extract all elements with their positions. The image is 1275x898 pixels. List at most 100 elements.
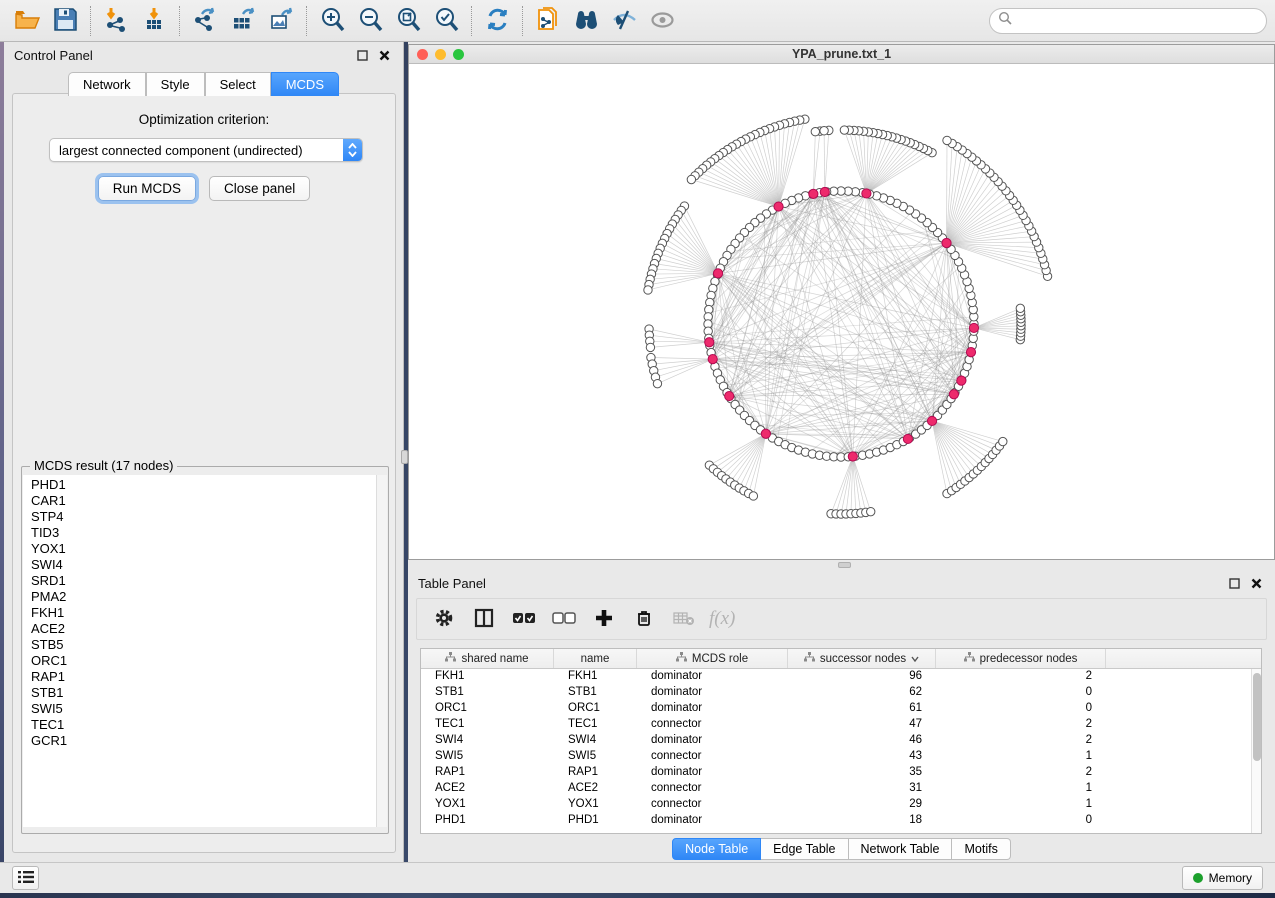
- mcds-result-item[interactable]: STP4: [31, 509, 377, 525]
- tab-mcds[interactable]: MCDS: [271, 72, 339, 96]
- task-history-button[interactable]: [12, 866, 39, 890]
- network-node[interactable]: [1016, 304, 1024, 312]
- vertical-splitter-handle[interactable]: [401, 450, 408, 464]
- mcds-hub-node[interactable]: [957, 376, 966, 385]
- import-network-button[interactable]: [97, 4, 135, 38]
- table-row[interactable]: ORC1ORC1dominator610: [421, 701, 1251, 717]
- mcds-result-item[interactable]: PMA2: [31, 589, 377, 605]
- save-session-button[interactable]: [46, 4, 84, 38]
- select-all-button[interactable]: [509, 604, 539, 634]
- mcds-result-item[interactable]: RAP1: [31, 669, 377, 685]
- network-canvas[interactable]: [409, 64, 1274, 559]
- mcds-hub-node[interactable]: [820, 187, 829, 196]
- add-column-button[interactable]: [589, 604, 619, 634]
- zoom-selected-button[interactable]: [427, 4, 465, 38]
- table-row[interactable]: STB1STB1dominator620: [421, 685, 1251, 701]
- mcds-result-item[interactable]: TEC1: [31, 717, 377, 733]
- open-session-button[interactable]: [8, 4, 46, 38]
- network-node[interactable]: [646, 343, 654, 351]
- float-panel-icon[interactable]: [353, 46, 371, 64]
- network-node[interactable]: [644, 286, 652, 294]
- mcds-result-item[interactable]: ORC1: [31, 653, 377, 669]
- tab-motifs[interactable]: Motifs: [952, 838, 1010, 860]
- mcds-hub-node[interactable]: [761, 429, 770, 438]
- deselect-all-button[interactable]: [549, 604, 579, 634]
- table-row[interactable]: PHD1PHD1dominator180: [421, 813, 1251, 829]
- mcds-hub-node[interactable]: [809, 189, 818, 198]
- network-node[interactable]: [943, 136, 951, 144]
- column-header-successor-nodes[interactable]: successor nodes: [788, 649, 936, 668]
- table-scrollbar-thumb[interactable]: [1253, 673, 1261, 761]
- mcds-hub-node[interactable]: [927, 416, 936, 425]
- search-input[interactable]: [1017, 14, 1258, 28]
- export-network-button[interactable]: [186, 4, 224, 38]
- zoom-in-button[interactable]: [313, 4, 351, 38]
- delete-column-button[interactable]: [629, 604, 659, 634]
- column-header-shared-name[interactable]: shared name: [421, 649, 554, 668]
- criterion-select[interactable]: largest connected component (undirected): [49, 138, 363, 162]
- mcds-hub-node[interactable]: [725, 391, 734, 400]
- close-panel-icon[interactable]: [1247, 574, 1265, 592]
- share-document-button[interactable]: [529, 4, 567, 38]
- float-panel-icon[interactable]: [1225, 574, 1243, 592]
- mcds-hub-node[interactable]: [774, 202, 783, 211]
- mcds-hub-node[interactable]: [903, 434, 912, 443]
- column-header-name[interactable]: name: [554, 649, 637, 668]
- table-row[interactable]: RAP1RAP1dominator352: [421, 765, 1251, 781]
- table-row[interactable]: FKH1FKH1dominator962: [421, 669, 1251, 685]
- table-row[interactable]: SWI5SWI5connector431: [421, 749, 1251, 765]
- mcds-hub-node[interactable]: [713, 269, 722, 278]
- network-node[interactable]: [840, 126, 848, 134]
- mcds-hub-node[interactable]: [862, 189, 871, 198]
- mcds-result-item[interactable]: ACE2: [31, 621, 377, 637]
- network-node[interactable]: [653, 379, 661, 387]
- table-scrollbar[interactable]: [1251, 669, 1261, 833]
- window-close-button[interactable]: [417, 49, 428, 60]
- network-node[interactable]: [820, 127, 828, 135]
- mcds-result-item[interactable]: YOX1: [31, 541, 377, 557]
- network-node[interactable]: [811, 128, 819, 136]
- table-row[interactable]: SWI4SWI4dominator462: [421, 733, 1251, 749]
- refresh-button[interactable]: [478, 4, 516, 38]
- mcds-hub-node[interactable]: [848, 452, 857, 461]
- mcds-result-item[interactable]: FKH1: [31, 605, 377, 621]
- mcds-result-item[interactable]: SWI5: [31, 701, 377, 717]
- network-node[interactable]: [867, 507, 875, 515]
- mcds-result-item[interactable]: SWI4: [31, 557, 377, 573]
- mcds-hub-node[interactable]: [705, 338, 714, 347]
- mcds-result-item[interactable]: SRD1: [31, 573, 377, 589]
- window-maximize-button[interactable]: [453, 49, 464, 60]
- column-header-MCDS-role[interactable]: MCDS role: [637, 649, 788, 668]
- close-panel-button[interactable]: Close panel: [209, 176, 310, 201]
- table-row[interactable]: YOX1YOX1connector291: [421, 797, 1251, 813]
- mcds-hub-node[interactable]: [708, 354, 717, 363]
- mcds-hub-node[interactable]: [942, 238, 951, 247]
- mcds-result-item[interactable]: CAR1: [31, 493, 377, 509]
- mcds-hub-node[interactable]: [969, 323, 978, 332]
- tab-edge-table[interactable]: Edge Table: [761, 838, 848, 860]
- mcds-hub-node[interactable]: [966, 348, 975, 357]
- network-node[interactable]: [999, 437, 1007, 445]
- zoom-out-button[interactable]: [351, 4, 389, 38]
- export-table-button[interactable]: [224, 4, 262, 38]
- mcds-result-item[interactable]: STB5: [31, 637, 377, 653]
- hide-selected-button[interactable]: [605, 4, 643, 38]
- mcds-result-item[interactable]: STB1: [31, 685, 377, 701]
- tab-node-table[interactable]: Node Table: [672, 838, 761, 860]
- run-mcds-button[interactable]: Run MCDS: [98, 176, 196, 201]
- table-row[interactable]: TEC1TEC1connector472: [421, 717, 1251, 733]
- network-node[interactable]: [749, 492, 757, 500]
- tab-style[interactable]: Style: [146, 72, 205, 96]
- table-row[interactable]: ACE2ACE2connector311: [421, 781, 1251, 797]
- mcds-result-item[interactable]: PHD1: [31, 477, 377, 493]
- export-image-button[interactable]: [262, 4, 300, 38]
- show-selected-button[interactable]: [643, 4, 681, 38]
- mcds-list-scrollbar[interactable]: [376, 475, 387, 827]
- memory-button[interactable]: Memory: [1182, 866, 1263, 890]
- network-node[interactable]: [687, 175, 695, 183]
- tab-network-table[interactable]: Network Table: [849, 838, 953, 860]
- table-settings-button[interactable]: [429, 604, 459, 634]
- import-table-button[interactable]: [135, 4, 173, 38]
- split-column-button[interactable]: [469, 604, 499, 634]
- close-panel-icon[interactable]: [375, 46, 393, 64]
